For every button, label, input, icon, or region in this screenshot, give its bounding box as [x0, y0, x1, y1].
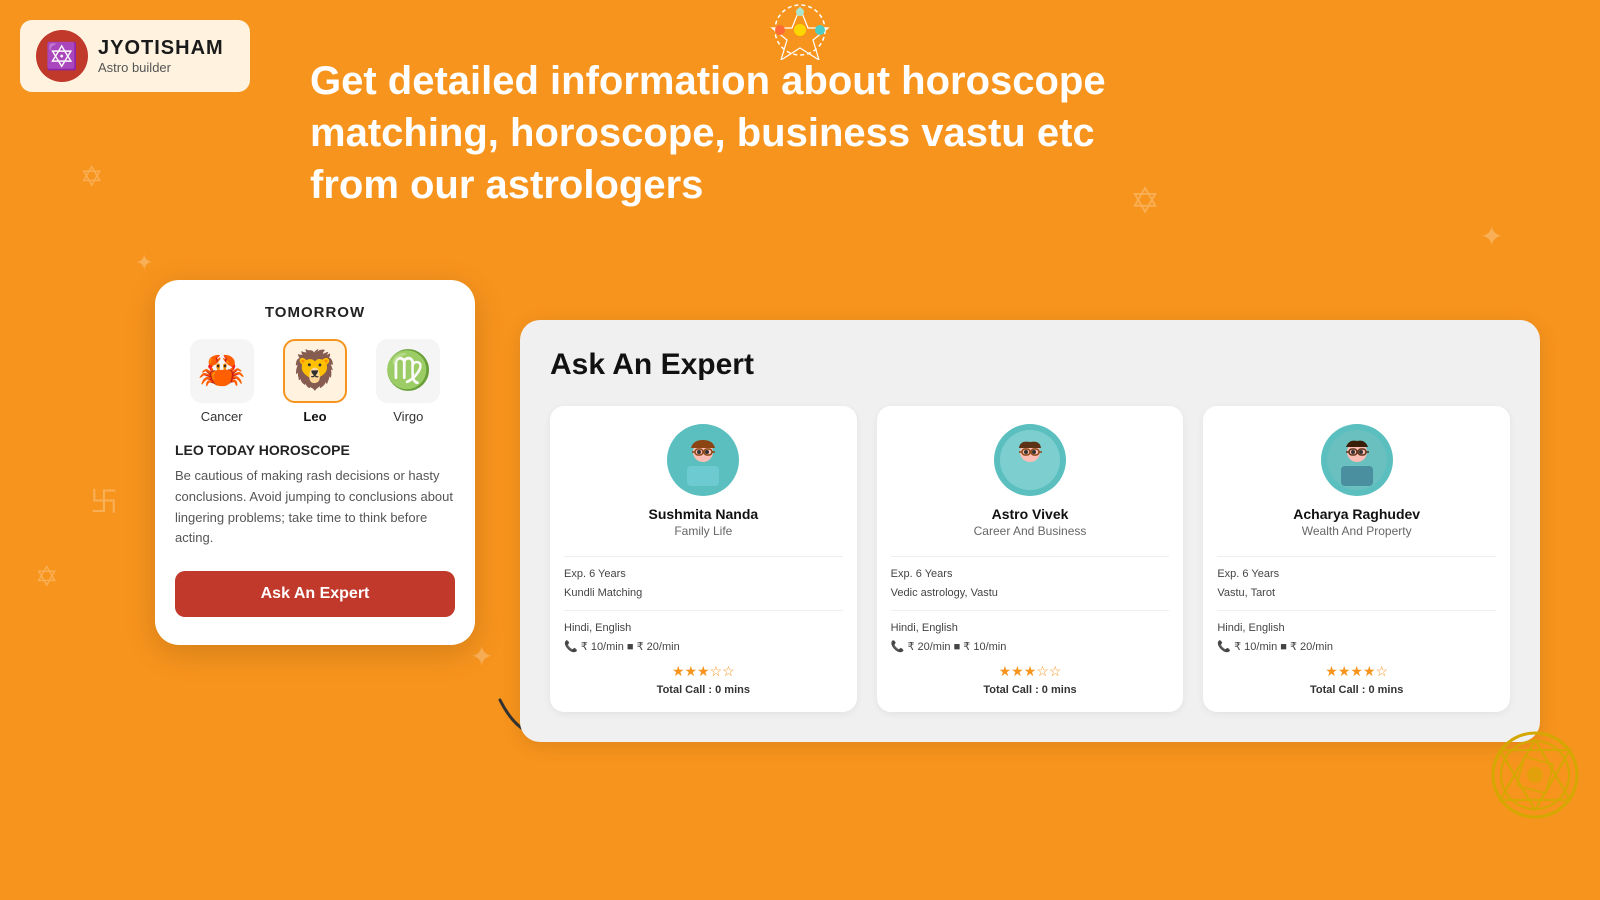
expert-avatar-1	[667, 424, 739, 496]
virgo-icon: ♍	[376, 339, 440, 403]
deco-star-5: ✦	[470, 640, 493, 673]
deco-star-1: ✡	[80, 160, 103, 193]
expert-detail-3: Exp. 6 Years Vastu, Tarot	[1217, 565, 1496, 602]
expert-detail-1: Exp. 6 Years Kundli Matching	[564, 565, 843, 602]
lang-1: Hindi, English	[564, 619, 843, 638]
total-call-3: Total Call : 0 mins	[1310, 684, 1403, 696]
sign-leo[interactable]: 🦁 Leo	[283, 339, 347, 424]
experts-row: Sushmita Nanda Family Life Exp. 6 Years …	[550, 406, 1510, 712]
expert-name-3: Acharya Raghudev	[1293, 506, 1420, 522]
expert-card-1[interactable]: Sushmita Nanda Family Life Exp. 6 Years …	[550, 406, 857, 712]
cancer-icon: 🦀	[190, 339, 254, 403]
rates-3: 📞 ₹ 10/min ■ ₹ 20/min	[1217, 638, 1496, 657]
leo-icon: 🦁	[283, 339, 347, 403]
divider-3a	[1217, 556, 1496, 557]
total-call-2: Total Call : 0 mins	[983, 684, 1076, 696]
skills-2: Vedic astrology, Vastu	[891, 584, 1170, 603]
expert-name-2: Astro Vivek	[992, 506, 1069, 522]
sign-cancer[interactable]: 🦀 Cancer	[190, 339, 254, 424]
expert-panel-title: Ask An Expert	[550, 348, 1510, 382]
total-call-1: Total Call : 0 mins	[657, 684, 750, 696]
expert-card-3[interactable]: Acharya Raghudev Wealth And Property Exp…	[1203, 406, 1510, 712]
exp-years-2: Exp. 6 Years	[891, 565, 1170, 584]
skills-3: Vastu, Tarot	[1217, 584, 1496, 603]
main-headline: Get detailed information about horoscope…	[310, 55, 1520, 211]
phone-card: TOMORROW 🦀 Cancer 🦁 Leo ♍ Virgo LEO TODA…	[155, 280, 475, 645]
expert-lang-rate-2: Hindi, English 📞 ₹ 20/min ■ ₹ 10/min	[891, 619, 1170, 656]
cancer-label: Cancer	[201, 409, 243, 424]
divider-2a	[891, 556, 1170, 557]
expert-name-1: Sushmita Nanda	[648, 506, 758, 522]
virgo-label: Virgo	[393, 409, 423, 424]
divider-2b	[891, 610, 1170, 611]
expert-avatar-3	[1321, 424, 1393, 496]
ask-expert-button[interactable]: Ask An Expert	[175, 571, 455, 617]
deco-star-6: ✦	[1480, 220, 1503, 253]
stars-1: ★★★☆☆	[672, 663, 735, 680]
exp-years-1: Exp. 6 Years	[564, 565, 843, 584]
deco-star-2: ✦	[135, 250, 153, 276]
expert-specialty-3: Wealth And Property	[1302, 524, 1412, 538]
tomorrow-label: TOMORROW	[175, 304, 455, 321]
expert-lang-rate-3: Hindi, English 📞 ₹ 10/min ■ ₹ 20/min	[1217, 619, 1496, 656]
yantra-decoration	[1490, 730, 1580, 820]
logo-icon: 🔯	[36, 30, 88, 82]
expert-detail-2: Exp. 6 Years Vedic astrology, Vastu	[891, 565, 1170, 602]
skills-1: Kundli Matching	[564, 584, 843, 603]
logo-text: JYOTISHAM Astro builder	[98, 37, 224, 75]
stars-3: ★★★★☆	[1325, 663, 1388, 680]
horoscope-text: Be cautious of making rash decisions or …	[175, 466, 455, 549]
expert-specialty-1: Family Life	[674, 524, 732, 538]
deco-star-3: ✡	[35, 560, 58, 593]
rates-2: 📞 ₹ 20/min ■ ₹ 10/min	[891, 638, 1170, 657]
signs-row: 🦀 Cancer 🦁 Leo ♍ Virgo	[175, 339, 455, 424]
exp-years-3: Exp. 6 Years	[1217, 565, 1496, 584]
lang-3: Hindi, English	[1217, 619, 1496, 638]
expert-avatar-2	[994, 424, 1066, 496]
logo-box: 🔯 JYOTISHAM Astro builder	[20, 20, 250, 92]
leo-label: Leo	[303, 409, 326, 424]
lang-2: Hindi, English	[891, 619, 1170, 638]
expert-lang-rate-1: Hindi, English 📞 ₹ 10/min ■ ₹ 20/min	[564, 619, 843, 656]
logo-sub: Astro builder	[98, 60, 224, 75]
expert-card-2[interactable]: Astro Vivek Career And Business Exp. 6 Y…	[877, 406, 1184, 712]
rates-1: 📞 ₹ 10/min ■ ₹ 20/min	[564, 638, 843, 657]
stars-2: ★★★☆☆	[999, 663, 1062, 680]
divider-3b	[1217, 610, 1496, 611]
logo-name: JYOTISHAM	[98, 37, 224, 60]
sign-virgo[interactable]: ♍ Virgo	[376, 339, 440, 424]
divider-1b	[564, 610, 843, 611]
deco-swastika-1: 卐	[90, 480, 118, 520]
expert-specialty-2: Career And Business	[974, 524, 1087, 538]
divider-1a	[564, 556, 843, 557]
expert-panel: Ask An Expert	[520, 320, 1540, 742]
horoscope-title: LEO TODAY HOROSCOPE	[175, 442, 455, 458]
